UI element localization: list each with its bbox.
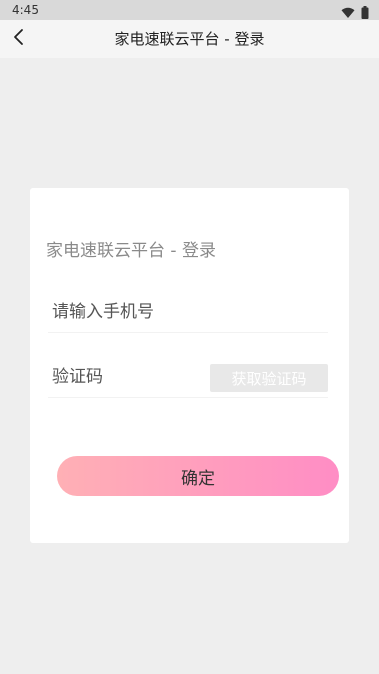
phone-input[interactable] xyxy=(48,292,202,332)
phone-field xyxy=(48,292,328,333)
get-code-button[interactable]: 获取验证码 xyxy=(210,364,328,392)
login-card-title: 家电速联云平台 - 登录 xyxy=(46,241,216,261)
code-input[interactable] xyxy=(48,357,202,397)
code-field: 获取验证码 xyxy=(48,357,328,398)
back-arrow-icon xyxy=(13,28,25,50)
confirm-button[interactable]: 确定 xyxy=(57,456,339,496)
page-title: 家电速联云平台 - 登录 xyxy=(114,30,265,48)
login-card: 家电速联云平台 - 登录 获取验证码 确定 xyxy=(30,188,349,543)
status-bar: 4:45 xyxy=(0,0,379,20)
back-button[interactable] xyxy=(8,28,30,50)
status-time: 4:45 xyxy=(12,3,39,17)
app-bar: 家电速联云平台 - 登录 xyxy=(0,20,379,58)
